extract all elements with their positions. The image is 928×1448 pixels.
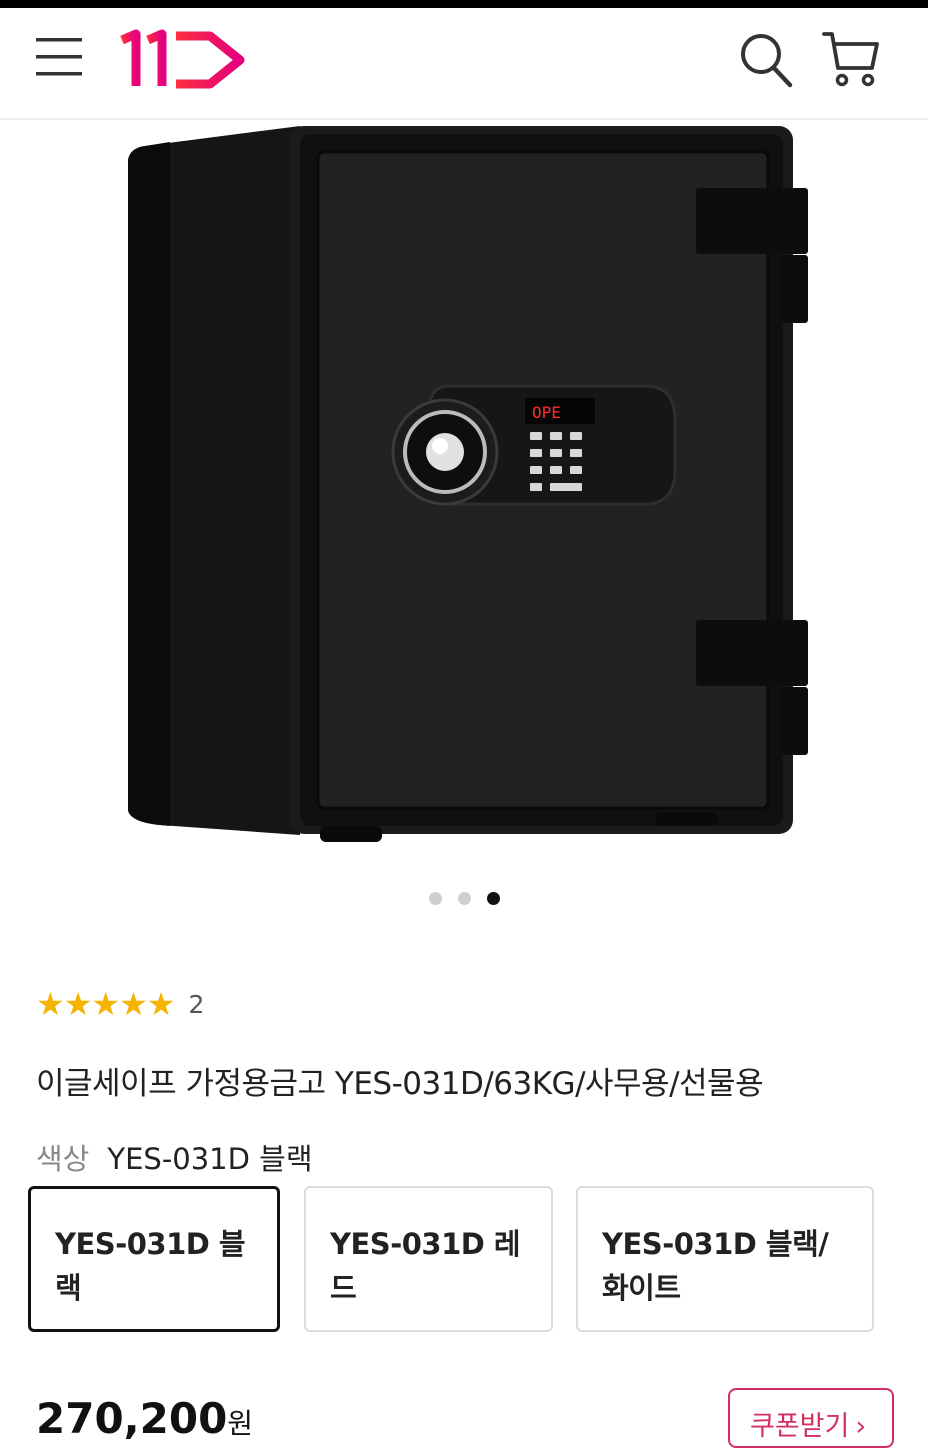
price-unit: 원 bbox=[227, 1407, 254, 1440]
rating-summary[interactable]: ★★★★★ 2 bbox=[36, 986, 204, 1022]
status-bar bbox=[0, 0, 928, 8]
product-title: 이글세이프 가정용금고 YES-031D/63KG/사무용/선물용 bbox=[36, 1066, 764, 1102]
search-icon[interactable] bbox=[738, 30, 794, 90]
star-rating: ★★★★★ bbox=[36, 985, 175, 1023]
price-amount: 270,200 bbox=[36, 1394, 228, 1443]
product-image-safe[interactable]: OPE bbox=[100, 120, 828, 855]
carousel-dot[interactable] bbox=[428, 892, 442, 905]
option-label: 색상 bbox=[36, 1142, 90, 1176]
coupon-button[interactable]: 쿠폰받기 › bbox=[728, 1388, 894, 1448]
option-button-black[interactable]: YES-031D 블랙 bbox=[28, 1186, 280, 1332]
price: 270,200원 bbox=[36, 1394, 253, 1443]
review-count: 2 bbox=[188, 989, 205, 1019]
coupon-label: 쿠폰받기 bbox=[750, 1411, 850, 1442]
cart-icon[interactable] bbox=[820, 28, 882, 90]
carousel-indicator bbox=[0, 890, 928, 906]
option-button-red[interactable]: YES-031D 레드 bbox=[304, 1186, 553, 1332]
app-header bbox=[0, 8, 928, 120]
menu-icon[interactable] bbox=[34, 32, 86, 82]
lock-display-text: OPE bbox=[532, 403, 561, 422]
carousel-dot-active[interactable] bbox=[486, 892, 500, 905]
option-summary: 색상 YES-031D 블랙 bbox=[36, 1136, 313, 1178]
option-selected-value: YES-031D 블랙 bbox=[107, 1142, 313, 1176]
carousel-dot[interactable] bbox=[457, 892, 471, 905]
chevron-right-icon: › bbox=[855, 1411, 867, 1442]
option-button-black-white[interactable]: YES-031D 블랙/화이트 bbox=[576, 1186, 874, 1332]
11st-logo[interactable] bbox=[118, 28, 248, 92]
